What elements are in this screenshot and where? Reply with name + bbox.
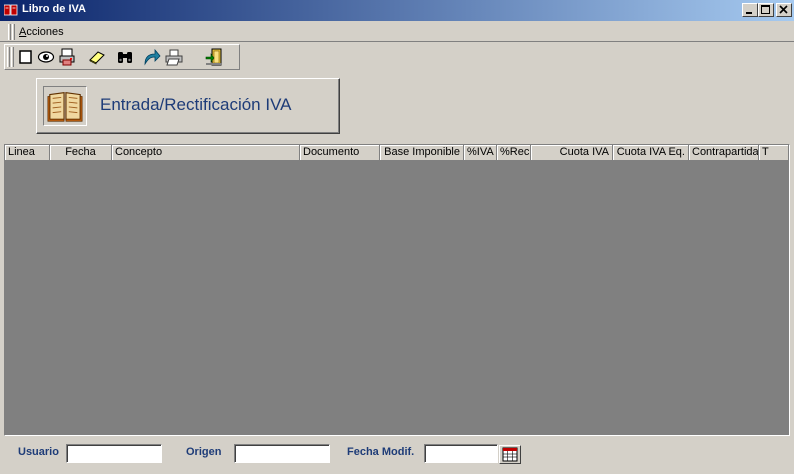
menubar-grip-2[interactable] [12, 24, 15, 40]
col-header-contrapartida[interactable]: Contrapartida [689, 145, 759, 161]
fecha-modif-field[interactable] [424, 444, 498, 463]
redo-arrow-icon[interactable] [143, 48, 161, 66]
grid-body[interactable] [5, 161, 789, 435]
calendar-button[interactable] [499, 445, 521, 464]
col-header-fecha[interactable]: Fecha [50, 145, 112, 161]
view-eye-icon[interactable] [37, 48, 55, 66]
usuario-label: Usuario [18, 446, 59, 458]
close-icon [779, 5, 788, 14]
eraser-icon[interactable] [88, 48, 106, 66]
col-header-linea[interactable]: Linea [5, 145, 50, 161]
col-header-cuota-iva[interactable]: Cuota IVA [531, 145, 613, 161]
menubar-grip[interactable] [8, 24, 11, 40]
window-titlebar[interactable]: Libro de IVA [0, 0, 794, 21]
close-button[interactable] [776, 3, 792, 17]
maximize-button[interactable] [758, 3, 774, 17]
print-preview-icon[interactable] [58, 48, 76, 66]
new-document-icon[interactable] [17, 48, 35, 66]
col-header-iva-percent[interactable]: %IVA [464, 145, 497, 161]
col-header-documento[interactable]: Documento [300, 145, 380, 161]
minimize-button[interactable] [742, 3, 758, 17]
iva-entries-grid[interactable]: Linea Fecha Concepto Documento Base Impo… [4, 144, 790, 436]
exit-door-icon[interactable] [205, 48, 223, 66]
open-book-icon [47, 92, 83, 122]
origen-field[interactable] [234, 444, 330, 463]
book-app-icon [4, 4, 18, 16]
origen-label: Origen [186, 446, 222, 458]
book-button[interactable] [43, 86, 87, 126]
col-header-t[interactable]: T [759, 145, 789, 161]
header-panel: Entrada/Rectificación IVA [36, 78, 340, 134]
menu-bar: Acciones [0, 22, 794, 42]
menu-acciones-label: cciones [26, 26, 64, 38]
col-header-cuota-iva-eq[interactable]: Cuota IVA Eq. [613, 145, 689, 161]
toolbar-grip-2[interactable] [11, 47, 14, 67]
toolbar-grip[interactable] [7, 47, 10, 67]
printer-icon[interactable] [165, 48, 183, 66]
grid-header: Linea Fecha Concepto Documento Base Impo… [5, 145, 789, 161]
fecha-modif-label: Fecha Modif. [347, 446, 415, 458]
col-header-base-imponible[interactable]: Base Imponible [380, 145, 464, 161]
col-header-concepto[interactable]: Concepto [112, 145, 300, 161]
menu-acciones[interactable]: Acciones [19, 26, 64, 38]
window-title: Libro de IVA [22, 3, 86, 15]
calendar-icon [502, 447, 518, 462]
page-title: Entrada/Rectificación IVA [100, 95, 292, 114]
usuario-field[interactable] [66, 444, 162, 463]
col-header-rec-percent[interactable]: %Rec [497, 145, 531, 161]
minimize-icon [746, 12, 752, 14]
maximize-icon [761, 5, 770, 14]
binoculars-icon[interactable] [116, 48, 134, 66]
toolbar [4, 44, 240, 70]
